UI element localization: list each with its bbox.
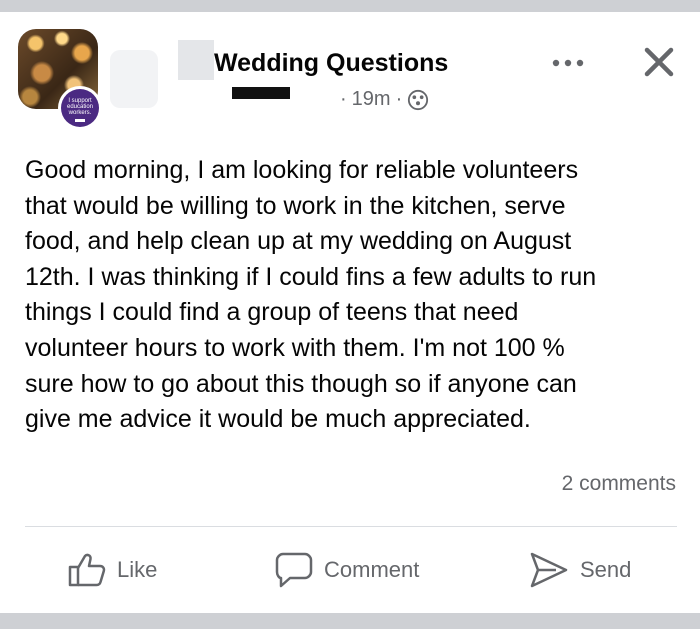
send-label: Send <box>580 557 632 582</box>
meta-separator: · <box>340 88 347 110</box>
post-body-line: Good morning, I am looking for reliable … <box>25 156 579 184</box>
top-separator-band <box>0 0 700 12</box>
post-body-line: 12th. I was thinking if I could fins a f… <box>25 262 597 291</box>
post-body-line: sure how to go about this though so if a… <box>25 369 577 398</box>
actions-divider <box>25 526 677 527</box>
like-button[interactable]: Like <box>67 548 157 592</box>
close-icon[interactable] <box>642 45 676 79</box>
redacted-area <box>178 40 214 80</box>
post-timestamp[interactable]: 19m <box>352 88 391 111</box>
send-button[interactable]: Send <box>528 548 631 592</box>
like-label: Like <box>117 557 158 582</box>
badge-text: I support education workers. <box>66 98 94 116</box>
comment-button[interactable]: Comment <box>274 548 419 592</box>
send-arrow-icon <box>530 552 568 588</box>
more-options-icon[interactable] <box>548 52 588 74</box>
post-body: Good morning, I am looking for reliable … <box>25 153 685 438</box>
group-audience-icon <box>408 89 429 110</box>
comment-bubble-icon <box>275 552 313 588</box>
redacted-author-name <box>232 87 290 99</box>
post-body-line: that would be willing to work in the kit… <box>25 191 566 220</box>
badge-rule <box>75 119 85 122</box>
group-name-link[interactable]: Wedding Questions <box>214 49 448 78</box>
post-body-line: volunteer hours to work with them. I'm n… <box>25 333 565 362</box>
comment-label: Comment <box>324 557 420 582</box>
thumbs-up-icon <box>68 553 106 587</box>
meta-separator: · <box>395 88 403 110</box>
post-body-line: things I could find a group of teens tha… <box>25 298 519 327</box>
post-body-line: give me advice it would be much apprecia… <box>25 405 531 434</box>
post-meta: · 19m · <box>340 88 429 111</box>
bottom-separator-band <box>0 613 700 629</box>
post-body-line: food, and help clean up at my wedding on… <box>25 227 572 256</box>
redacted-area <box>110 50 158 108</box>
profile-frame-badge: I support education workers. <box>58 86 102 130</box>
comments-count-link[interactable]: 2 comments <box>562 472 676 496</box>
